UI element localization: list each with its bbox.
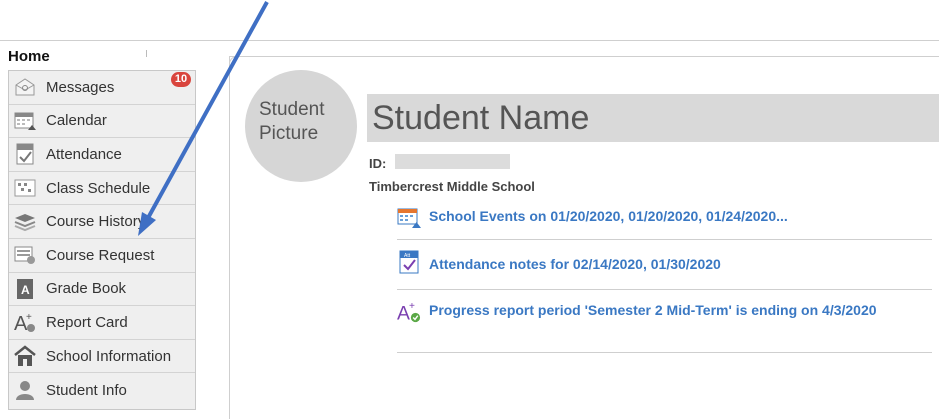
panel-left-border: [229, 56, 230, 419]
report-card-icon: A +: [397, 300, 421, 324]
attendance-notes-link[interactable]: Attendance notes for 02/14/2020, 01/30/2…: [429, 254, 721, 275]
sidebar-item-label: Student Info: [46, 381, 127, 399]
grade-book-icon: A: [14, 278, 36, 300]
panel-top-border: [229, 56, 939, 57]
sidebar-item-label: Report Card: [46, 313, 128, 331]
sidebar-item-messages[interactable]: Messages 10: [9, 71, 195, 105]
sidebar-item-report-card[interactable]: A + Report Card: [9, 306, 195, 340]
svg-text:+: +: [409, 301, 415, 312]
sidebar-item-label: Class Schedule: [46, 179, 151, 197]
student-id-label: ID:: [369, 156, 387, 171]
sidebar-title: Home: [8, 48, 50, 65]
envelope-icon: [14, 76, 36, 98]
attendance-icon: Att: [397, 250, 421, 274]
student-info-icon: [14, 379, 36, 401]
sidebar-nav: Messages 10 Calendar Attendance Class Sc…: [8, 70, 196, 410]
calendar-icon: [14, 110, 36, 132]
sidebar-item-course-history[interactable]: Course History: [9, 205, 195, 239]
notice-school-events: School Events on 01/20/2020, 01/20/2020,…: [397, 206, 932, 240]
sidebar-item-label: Course Request: [46, 246, 155, 264]
student-picture-label: Student Picture: [259, 99, 325, 144]
unread-count-badge: 10: [171, 72, 191, 87]
sidebar-item-school-information[interactable]: School Information: [9, 340, 195, 374]
school-events-link[interactable]: School Events on 01/20/2020, 01/20/2020,…: [429, 206, 788, 227]
sidebar-item-label: Calendar: [46, 112, 107, 130]
student-name: Student Name: [372, 99, 590, 137]
sidebar-item-grade-book[interactable]: A Grade Book: [9, 273, 195, 307]
report-card-icon: A +: [14, 311, 36, 333]
student-picture: Student Picture: [245, 70, 357, 182]
svg-text:A: A: [397, 302, 410, 324]
top-divider: [0, 40, 939, 41]
sidebar-item-label: Messages: [46, 78, 115, 96]
sidebar-item-attendance[interactable]: Attendance: [9, 138, 195, 172]
sidebar-item-label: Attendance: [46, 145, 122, 163]
calendar-icon: [397, 206, 421, 230]
svg-text:+: +: [26, 312, 32, 323]
svg-text:Att: Att: [404, 253, 411, 259]
notice-attendance: Att Attendance notes for 02/14/2020, 01/…: [397, 250, 932, 290]
svg-text:A: A: [21, 283, 30, 297]
notice-progress-report: A + Progress report period 'Semester 2 Mi…: [397, 300, 932, 353]
school-icon: [14, 345, 36, 367]
school-name: Timbercrest Middle School: [369, 179, 535, 194]
course-request-icon: [14, 244, 36, 266]
sidebar-item-label: Grade Book: [46, 280, 127, 298]
class-schedule-icon: [14, 177, 36, 199]
divider-tick: [146, 50, 147, 57]
sidebar-item-label: Course History: [46, 213, 146, 231]
attendance-icon: [14, 143, 36, 165]
sidebar-item-calendar[interactable]: Calendar: [9, 105, 195, 139]
progress-report-link[interactable]: Progress report period 'Semester 2 Mid-T…: [429, 300, 889, 321]
sidebar-item-class-schedule[interactable]: Class Schedule: [9, 172, 195, 206]
sidebar-item-course-request[interactable]: Course Request: [9, 239, 195, 273]
student-id-redacted: [395, 154, 510, 169]
sidebar-item-student-info[interactable]: Student Info: [9, 373, 195, 407]
panel-corner: [229, 56, 237, 64]
course-history-icon: [14, 211, 36, 233]
sidebar-item-label: School Information: [46, 347, 172, 365]
